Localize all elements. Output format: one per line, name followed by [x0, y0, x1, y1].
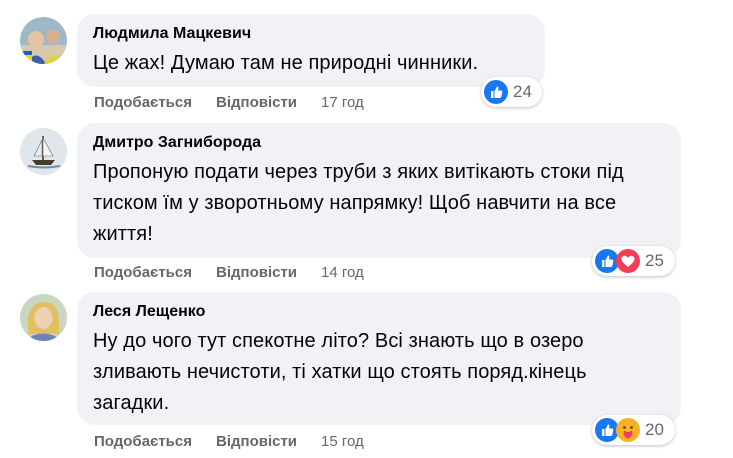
comment-actions: Подобається Відповісти 15 год [94, 433, 364, 450]
reply-button[interactable]: Відповісти [216, 94, 297, 111]
reaction-summary[interactable]: 20 [592, 415, 675, 445]
like-icon [484, 80, 508, 104]
love-icon [616, 249, 640, 273]
comment-author[interactable]: Дмитро Загнибородa [93, 132, 665, 154]
like-button[interactable]: Подобається [94, 94, 192, 111]
comment-actions: Подобається Відповісти 14 год [94, 264, 364, 281]
care-icon [616, 418, 640, 442]
reaction-summary[interactable]: 25 [592, 246, 675, 276]
comment-author[interactable]: Людмила Мацкевич [93, 23, 529, 45]
timestamp[interactable]: 17 год [321, 94, 364, 111]
comment-text: Це жах! Думаю там не природні чинники. [93, 52, 479, 74]
like-button[interactable]: Подобається [94, 433, 192, 450]
avatar[interactable] [20, 294, 67, 341]
comment-text: Ну до чого тут спекотне літо? Всі знають… [93, 330, 587, 414]
comment-author[interactable]: Леся Лещенко [93, 301, 665, 323]
reply-button[interactable]: Відповісти [216, 433, 297, 450]
reaction-summary[interactable]: 24 [481, 77, 542, 107]
comment-bubble: Леся Лещенко Ну до чого тут спекотне літ… [77, 292, 681, 425]
reaction-count: 25 [645, 251, 664, 270]
timestamp[interactable]: 15 год [321, 433, 364, 450]
comment-bubble: Дмитро Загнибородa Пропоную подати через… [77, 123, 681, 258]
reaction-count: 24 [513, 82, 532, 101]
comment-text: Пропоную подати через труби з яких витік… [93, 161, 624, 245]
comment-actions: Подобається Відповісти 17 год [94, 94, 364, 111]
like-button[interactable]: Подобається [94, 264, 192, 281]
reply-button[interactable]: Відповісти [216, 264, 297, 281]
avatar[interactable] [20, 128, 67, 175]
avatar[interactable] [20, 17, 67, 64]
comment-bubble: Людмила Мацкевич Це жах! Думаю там не пр… [77, 14, 545, 87]
timestamp[interactable]: 14 год [321, 264, 364, 281]
reaction-count: 20 [645, 420, 664, 439]
